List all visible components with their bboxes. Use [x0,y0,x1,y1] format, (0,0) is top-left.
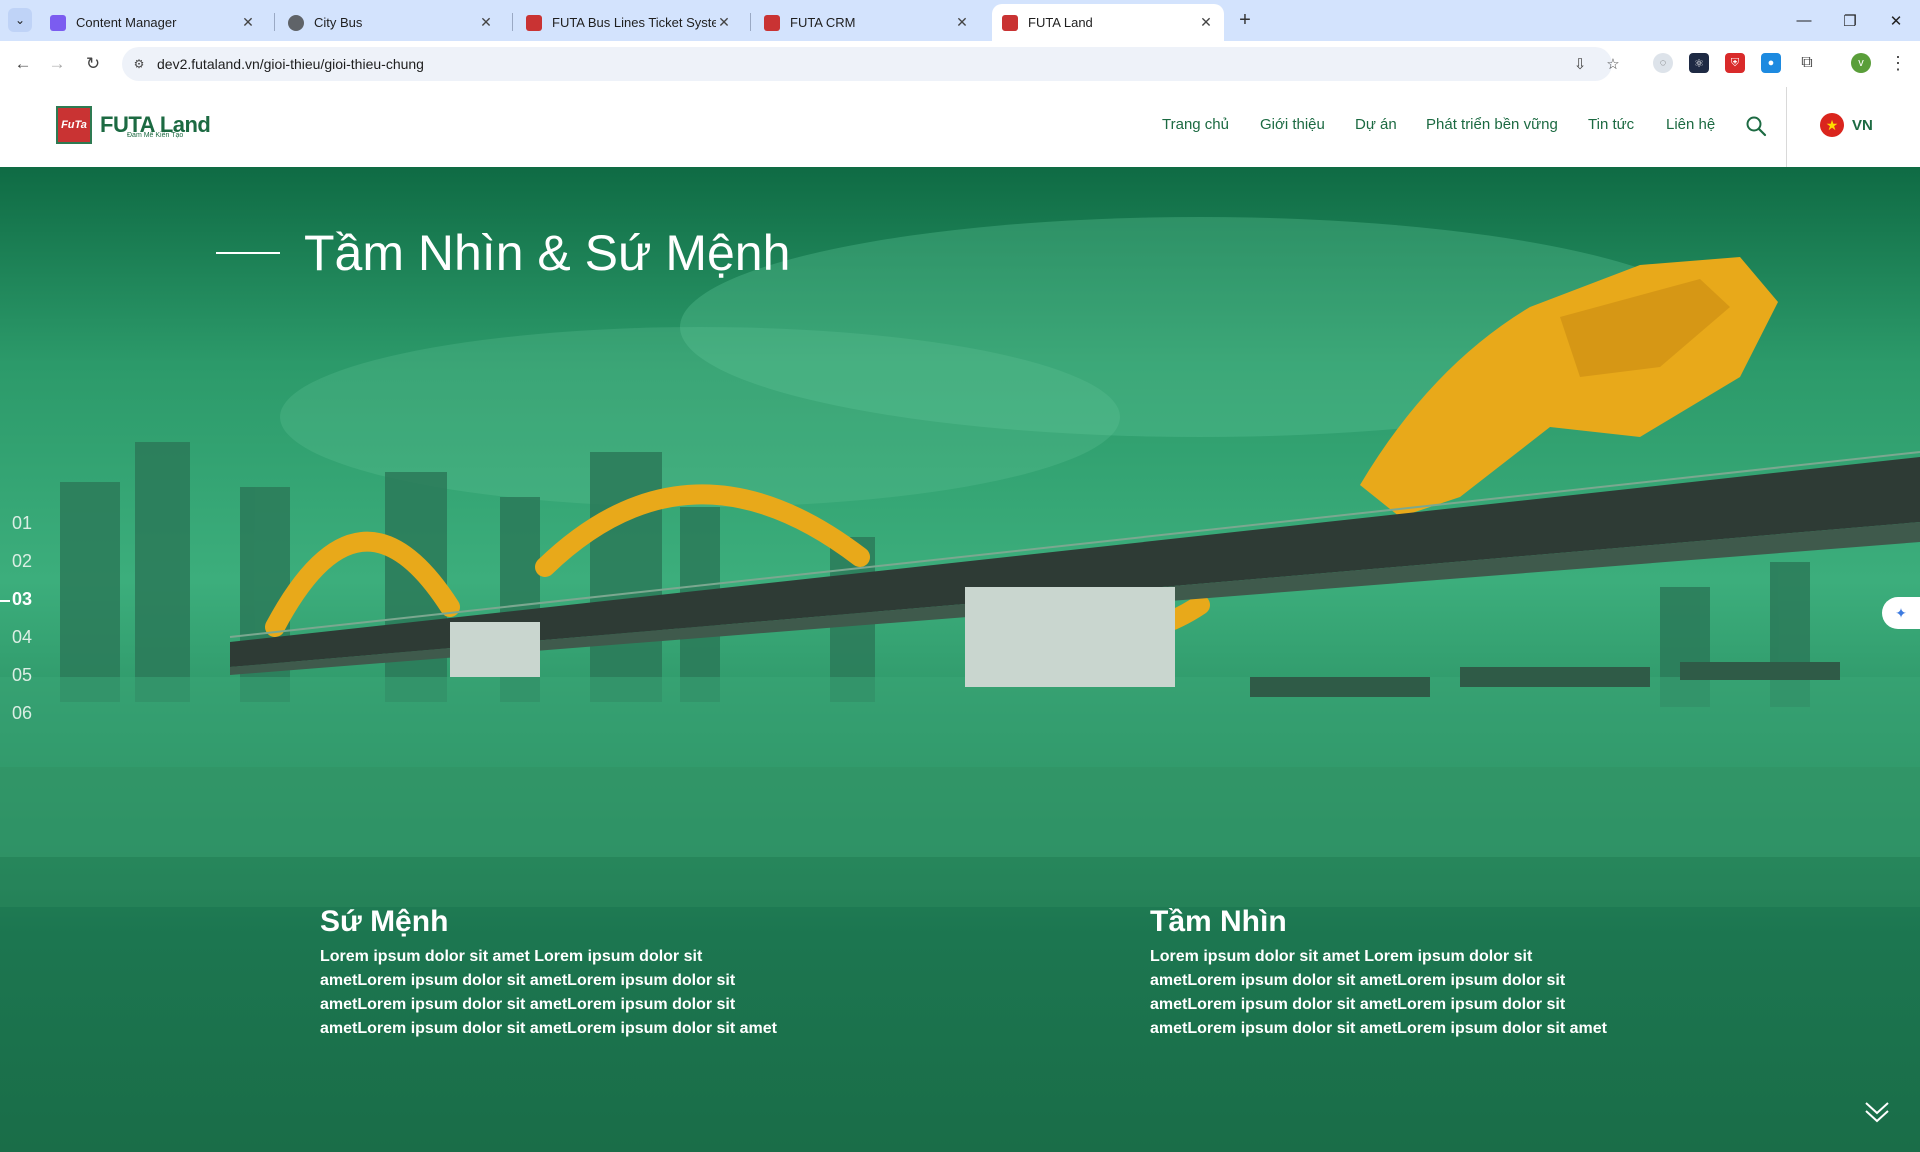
tab-title: City Bus [314,15,363,30]
slide-index-02[interactable]: 02 [12,551,32,572]
url-text[interactable]: dev2.futaland.vn/gioi-thieu/gioi-thieu-c… [157,56,424,72]
forward-button[interactable]: → [42,49,72,79]
slide-index-06[interactable]: 06 [12,703,32,724]
avatar[interactable]: v [1851,53,1871,73]
browser-toolbar: ← → ↻ ⚙ dev2.futaland.vn/gioi-thieu/gioi… [0,41,1920,88]
mission-column: Sứ Mệnh Lorem ipsum dolor sit amet Lorem… [320,905,780,1041]
nav-gioi-thieu[interactable]: Giới thiệu [1260,116,1325,133]
slide-index-05[interactable]: 05 [12,665,32,686]
nav-phat-trien-ben-vung[interactable]: Phát triển bền vững [1426,116,1558,133]
content-manager-favicon-icon [50,14,66,31]
globe-icon [288,14,304,31]
sparkle-icon: ✦ [1895,604,1907,621]
hero-section: Tầm Nhìn & Sứ Mệnh 01 02 03 04 05 06 Sứ … [0,167,1920,1152]
logo-mark: FuTa [56,106,92,144]
close-window-button[interactable]: ✕ [1873,0,1919,41]
browser-window: ⌄ Content Manager ✕ City Bus ✕ FUTA Bus … [0,0,1920,1152]
page-title: Tầm Nhìn & Sứ Mệnh [304,225,791,281]
tab-separator [512,13,513,31]
reload-icon: ↻ [85,54,101,73]
minimize-button[interactable]: — [1781,0,1827,41]
nav-tin-tuc[interactable]: Tin tức [1588,116,1634,133]
tab-strip: ⌄ Content Manager ✕ City Bus ✕ FUTA Bus … [0,0,1920,41]
nav-du-an[interactable]: Dự án [1355,116,1397,133]
close-icon[interactable]: ✕ [716,14,732,31]
futa-favicon-icon [526,14,542,31]
tab-title: FUTA Bus Lines Ticket System [552,15,716,30]
chevron-down-icon: ⌄ [14,13,26,27]
header-divider [1786,87,1787,167]
new-tab-button[interactable]: + [1232,8,1258,34]
close-icon[interactable]: ✕ [240,14,256,31]
mission-body: Lorem ipsum dolor sit amet Lorem ipsum d… [320,948,777,1037]
tab-title: FUTA CRM [790,15,856,30]
dragon-bridge-image [0,217,1920,907]
vision-column: Tầm Nhìn Lorem ipsum dolor sit amet Lore… [1150,905,1610,1041]
extension-icon[interactable]: ◌ [1653,53,1673,73]
section-heading: Tầm Nhìn & Sứ Mệnh [216,224,790,282]
mission-title: Sứ Mệnh [320,905,449,938]
tab-city-bus[interactable]: City Bus ✕ [278,4,504,41]
tab-separator [750,13,751,31]
tab-futa-bus-lines[interactable]: FUTA Bus Lines Ticket System ✕ [516,4,742,41]
slide-index-03[interactable]: 03 [12,589,32,610]
language-switcher[interactable]: ★ VN [1820,113,1873,137]
react-devtools-icon[interactable]: ⚛ [1689,53,1709,73]
install-app-icon[interactable]: ⇩ [1569,53,1591,75]
tab-title: Content Manager [76,15,177,30]
puzzle-extensions-icon[interactable]: ⧉ [1797,53,1817,73]
language-label: VN [1852,116,1873,134]
close-icon: ✕ [1889,12,1903,30]
restore-icon: ❐ [1843,12,1857,30]
site-info-icon[interactable]: ⚙ [130,55,148,73]
slide-index-04[interactable]: 04 [12,627,32,648]
logo-tagline: Đam Mê Kiến Tạo [127,132,184,139]
dropper-icon[interactable]: ● [1761,53,1781,73]
tab-futa-land[interactable]: FUTA Land ✕ [992,4,1224,41]
tab-futa-crm[interactable]: FUTA CRM ✕ [754,4,980,41]
vision-body: Lorem ipsum dolor sit amet Lorem ipsum d… [1150,948,1607,1037]
address-bar[interactable]: ⚙ dev2.futaland.vn/gioi-thieu/gioi-thieu… [122,47,1620,81]
vietnam-flag-icon: ★ [1820,113,1844,137]
reload-button[interactable]: ↻ [78,49,108,79]
bookmark-star-icon[interactable]: ☆ [1602,53,1624,75]
tab-search-button[interactable]: ⌄ [8,8,32,32]
site-header: FuTa FUTA Land Đam Mê Kiến Tạo Trang chủ… [0,87,1920,167]
heading-line [216,252,280,254]
nav-trang-chu[interactable]: Trang chủ [1162,116,1229,133]
close-icon[interactable]: ✕ [478,14,494,31]
tab-content-manager[interactable]: Content Manager ✕ [40,4,266,41]
futa-favicon-icon [1002,14,1018,31]
tab-separator [274,13,275,31]
active-slide-indicator [0,600,10,602]
scroll-down-icon[interactable] [1862,1095,1892,1125]
arrow-left-icon: ← [14,54,32,73]
close-icon[interactable]: ✕ [1198,14,1214,31]
tab-title: FUTA Land [1028,15,1093,30]
minimize-icon: — [1796,12,1812,29]
vision-title: Tầm Nhìn [1150,905,1287,938]
restore-button[interactable]: ❐ [1827,0,1873,41]
slide-index-01[interactable]: 01 [12,513,32,534]
kebab-menu-icon[interactable]: ⋮ [1888,53,1908,75]
back-button[interactable]: ← [8,49,38,79]
close-icon[interactable]: ✕ [954,14,970,31]
futa-land-logo[interactable]: FuTa FUTA Land Đam Mê Kiến Tạo [56,106,211,144]
shield-icon[interactable]: ⛨ [1725,53,1745,73]
ai-assistant-button[interactable]: ✦ [1882,597,1920,629]
nav-lien-he[interactable]: Liên hệ [1666,116,1715,133]
futa-favicon-icon [764,14,780,31]
search-icon[interactable] [1744,114,1768,138]
arrow-right-icon: → [48,54,66,73]
